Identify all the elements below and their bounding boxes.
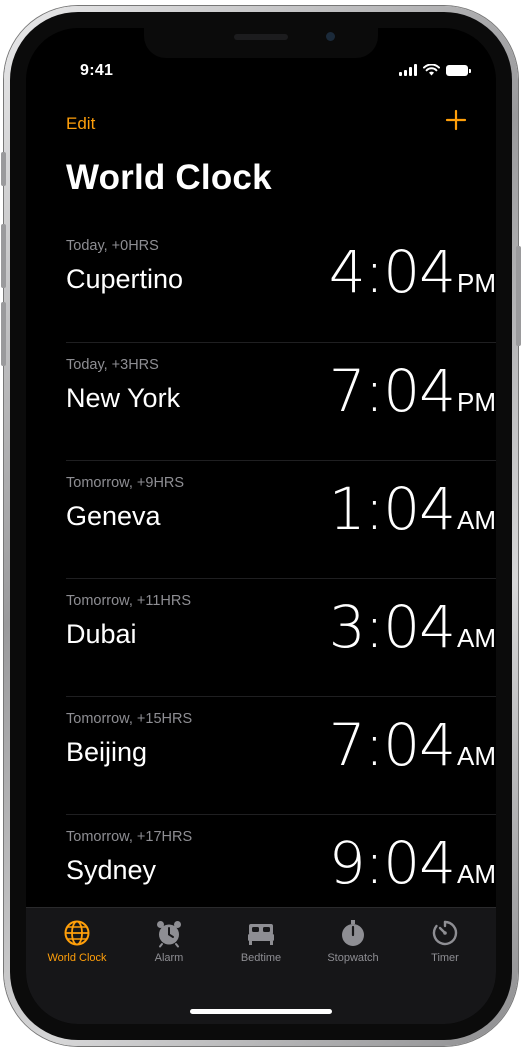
tab-label: Bedtime [240, 952, 282, 964]
time-ampm: PM [457, 268, 496, 298]
world-clock-list: Today, +0HRS Cupertino 4:04 PM Today, +3… [66, 224, 496, 932]
tab-stopwatch[interactable]: Stopwatch [310, 918, 396, 964]
tab-world-clock[interactable]: World Clock [34, 918, 120, 964]
plus-icon[interactable] [444, 108, 468, 132]
city-name: Geneva [66, 501, 161, 531]
city-name: Cupertino [66, 264, 184, 294]
side-power-button [516, 246, 521, 346]
page-title: World Clock [66, 158, 272, 197]
time-ampm: AM [457, 505, 496, 535]
speaker-grille [234, 34, 288, 40]
tab-label: World Clock [47, 952, 107, 964]
time-ampm: AM [457, 623, 496, 653]
time-digits: 3:04 [328, 593, 456, 661]
notch [144, 28, 378, 58]
time-offset-label: Today, +3HRS [66, 357, 159, 373]
time-ampm: AM [457, 741, 496, 771]
time-offset-label: Tomorrow, +11HRS [66, 593, 192, 609]
status-bar-time: 9:41 [80, 62, 114, 79]
clock-row-cupertino[interactable]: Today, +0HRS Cupertino 4:04 PM [66, 224, 496, 342]
time-digits: 1:04 [328, 475, 456, 543]
clock-row-dubai[interactable]: Tomorrow, +11HRS Dubai 3:04 AM [66, 578, 496, 696]
tab-label: Stopwatch [327, 952, 379, 964]
globe-icon [64, 920, 90, 946]
clock-time: 7:04 PM [329, 357, 496, 425]
cellular-signal-icon [399, 64, 417, 76]
time-ampm: AM [457, 859, 496, 889]
front-camera [326, 32, 335, 41]
time-digits: 7:04 [328, 711, 456, 779]
home-indicator[interactable] [190, 1009, 332, 1014]
volume-up-button [1, 224, 6, 288]
city-name: Beijing [66, 737, 148, 767]
time-digits: 4:04 [328, 238, 456, 306]
tab-bedtime[interactable]: Bedtime [218, 918, 304, 964]
city-name: Dubai [66, 619, 137, 649]
tab-label: Timer [431, 952, 459, 964]
clock-time: 3:04 AM [329, 593, 496, 661]
clock-time: 1:04 AM [329, 475, 496, 543]
tab-alarm[interactable]: Alarm [126, 918, 212, 964]
tab-timer[interactable]: Timer [402, 918, 488, 964]
mute-switch [1, 152, 6, 186]
alarm-clock-icon [157, 921, 181, 948]
time-ampm: PM [457, 387, 496, 417]
time-digits: 9:04 [328, 829, 456, 897]
clock-row-beijing[interactable]: Tomorrow, +15HRS Beijing 7:04 AM [66, 696, 496, 814]
time-offset-label: Tomorrow, +17HRS [66, 829, 193, 845]
clock-time: 9:04 AM [329, 829, 496, 897]
wifi-icon [423, 64, 440, 76]
volume-down-button [1, 302, 6, 366]
time-offset-label: Tomorrow, +9HRS [66, 475, 185, 491]
time-offset-label: Tomorrow, +15HRS [66, 711, 193, 727]
bed-icon [248, 924, 274, 945]
status-bar-icons [399, 63, 471, 77]
clock-time: 7:04 AM [329, 711, 496, 779]
city-name: New York [66, 383, 181, 413]
battery-icon [446, 64, 471, 76]
timer-icon [432, 920, 458, 946]
time-digits: 7:04 [328, 357, 456, 425]
edit-button[interactable]: Edit [66, 114, 95, 134]
city-name: Sydney [66, 855, 157, 885]
clock-row-new-york[interactable]: Today, +3HRS New York 7:04 PM [66, 342, 496, 460]
screen: 9:41 Edit World Clock Today, +0HRS Cuper… [26, 28, 496, 1024]
phone-frame: 9:41 Edit World Clock Today, +0HRS Cuper… [1, 6, 521, 1046]
clock-time: 4:04 PM [329, 238, 496, 306]
clock-row-geneva[interactable]: Tomorrow, +9HRS Geneva 1:04 AM [66, 460, 496, 578]
stopwatch-icon [342, 920, 364, 946]
time-offset-label: Today, +0HRS [66, 238, 159, 254]
tab-bar: World Clock Alarm Bedtime Stopwatch Time… [26, 907, 496, 1024]
tab-label: Alarm [154, 952, 184, 964]
